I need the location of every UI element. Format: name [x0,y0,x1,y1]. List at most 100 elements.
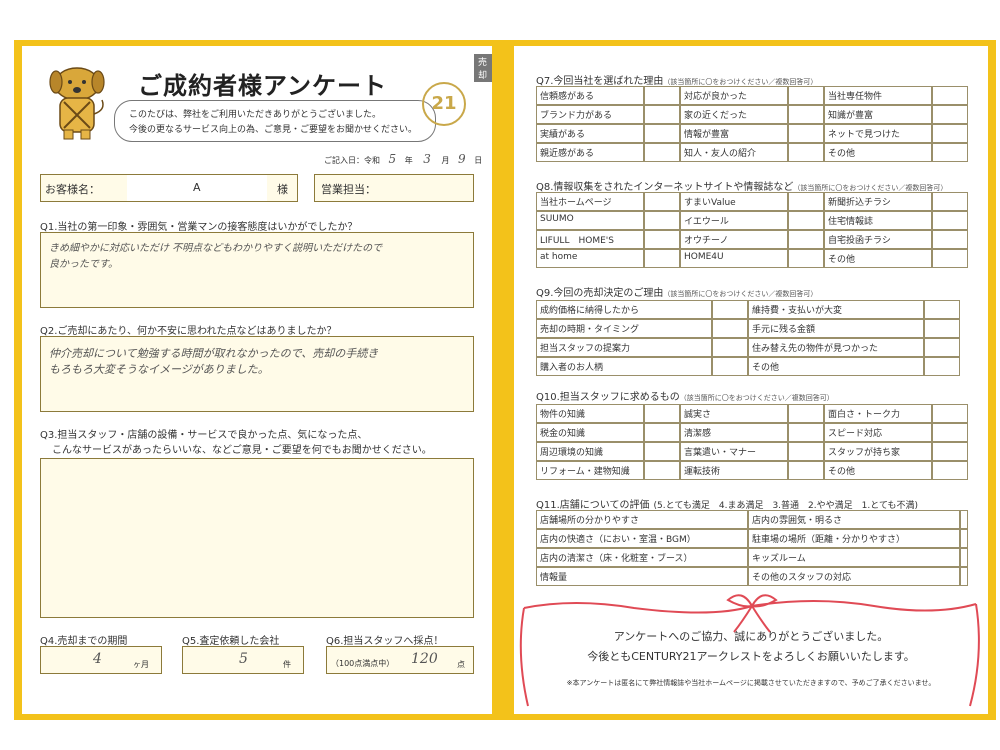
q3-answer-box[interactable] [40,458,474,618]
option-checkbox[interactable] [644,143,680,162]
sales-rep-field[interactable]: 営業担当： [314,174,474,202]
option-checkbox[interactable] [644,105,680,124]
date-label: ご記入日：令和 [324,156,380,165]
q3-question-line-2: こんなサービスがあったらいいな、などご意見・ご要望を何でもお聞かせください。 [52,445,432,456]
q4-question: Q4.売却までの期間 [40,636,128,647]
option-checkbox[interactable] [788,192,824,211]
sale-tag: 売却 [474,54,492,82]
option-checkbox[interactable] [924,338,960,357]
option-checkbox[interactable] [644,423,680,442]
option-checkbox[interactable] [788,230,824,249]
option-checkbox[interactable] [712,338,748,357]
option-checkbox[interactable] [788,124,824,143]
option-checkbox[interactable] [644,86,680,105]
option-checkbox[interactable] [788,461,824,480]
option-label: 店舗場所の分かりやすさ [536,510,748,529]
option-checkbox[interactable] [644,461,680,480]
q2-answer-box[interactable]: 仲介売却について勉強する時間が取れなかったので、売却の手続き もろもろ大変そうな… [40,336,474,412]
option-label: 新聞折込チラシ [824,192,932,211]
option-checkbox[interactable] [924,357,960,376]
q6-question: Q6.担当スタッフへ採点！ [326,636,444,647]
q4-value: 4 [93,651,102,667]
option-checkbox[interactable] [788,442,824,461]
option-checkbox[interactable] [960,510,968,529]
option-checkbox[interactable] [788,249,824,268]
option-checkbox[interactable] [788,86,824,105]
date-year: 5 [388,152,397,166]
option-checkbox[interactable] [932,143,968,162]
q3-question-line-1: Q3.担当スタッフ・店舗の設備・サービスで良かった点、気になった点、 [40,430,368,441]
option-label: その他 [824,249,932,268]
option-label: 住み替え先の物件が見つかった [748,338,924,357]
q6-value: 120 [411,651,438,667]
option-label: 信頼感がある [536,86,644,105]
date-row: ご記入日：令和 5 年 3 月 9 日 [324,152,482,166]
option-checkbox[interactable] [932,230,968,249]
option-checkbox[interactable] [712,357,748,376]
option-label: ブランド力がある [536,105,644,124]
option-checkbox[interactable] [644,404,680,423]
option-label: キッズルーム [748,548,960,567]
option-label: その他 [824,143,932,162]
option-checkbox[interactable] [924,300,960,319]
option-label: 維持費・支払いが大変 [748,300,924,319]
q1-answer-box[interactable]: きめ細やかに対応いただけ 不明点などもわかりやすく説明いただけたので 良かったで… [40,232,474,308]
date-day: 9 [458,152,466,166]
option-checkbox[interactable] [924,319,960,338]
q7-title: Q7.今回当社を選ばれた理由（該当箇所に〇をおつけください／複数回答可） [536,76,818,87]
option-label: 当社ホームページ [536,192,644,211]
option-label: スタッフが持ち家 [824,442,932,461]
option-label: HOME4U [680,249,788,268]
option-checkbox[interactable] [932,124,968,143]
left-panel: ご成約者様アンケート このたびは、弊社をご利用いただきありがとうございました。 … [22,46,492,714]
q5-answer-box[interactable]: 5 件 [182,646,304,674]
option-checkbox[interactable] [788,105,824,124]
option-label: 店内の清潔さ（床・化粧室・ブース） [536,548,748,567]
option-checkbox[interactable] [932,423,968,442]
intro-line-2: 今後の更なるサービス向上の為、ご意見・ご要望をお聞かせください。 [129,125,418,135]
option-checkbox[interactable] [932,404,968,423]
intro-bubble: このたびは、弊社をご利用いただきありがとうございました。 今後の更なるサービス向… [114,100,436,142]
option-checkbox[interactable] [644,192,680,211]
option-checkbox[interactable] [788,404,824,423]
option-checkbox[interactable] [932,86,968,105]
date-day-unit: 日 [474,156,483,165]
option-checkbox[interactable] [932,105,968,124]
footnote: ※本アンケートは匿名にて弊社情報誌や当社ホームページに掲載させていただきますので… [566,679,936,687]
q2-question: Q2.ご売却にあたり、何か不安に思われた点などはありましたか？ [40,326,337,337]
option-checkbox[interactable] [932,249,968,268]
option-checkbox[interactable] [644,249,680,268]
option-checkbox[interactable] [788,423,824,442]
option-checkbox[interactable] [644,230,680,249]
option-checkbox[interactable] [644,211,680,230]
q1-question: Q1.当社の第一印象・雰囲気・営業マンの接客態度はいかがでしたか？ [40,222,358,233]
option-label: 担当スタッフの提案力 [536,338,712,357]
q6-answer-box[interactable]: （100点満点中） 120 点 [326,646,474,674]
option-checkbox[interactable] [932,461,968,480]
option-checkbox[interactable] [932,442,968,461]
thanks-line-2: 今後ともCENTURY21アークレストをよろしくお願いいたします。 [587,650,915,663]
option-label: スピード対応 [824,423,932,442]
survey-title: ご成約者様アンケート [138,72,388,100]
option-label: 実績がある [536,124,644,143]
option-label: その他 [824,461,932,480]
option-checkbox[interactable] [788,143,824,162]
option-checkbox[interactable] [644,124,680,143]
q6-unit: 点 [457,660,465,669]
q11-title: Q11.店舗についての評価 (5.とても満足 4.まあ満足 3.普通 2.やや満足… [536,500,919,511]
right-panel: Q7.今回当社を選ばれた理由（該当箇所に〇をおつけください／複数回答可） 信頼感… [514,46,988,714]
option-checkbox[interactable] [644,442,680,461]
option-checkbox[interactable] [712,319,748,338]
option-checkbox[interactable] [960,529,968,548]
q4-answer-box[interactable]: 4 ヶ月 [40,646,162,674]
option-label: 清潔感 [680,423,788,442]
q1-answer-line-1: きめ細やかに対応いただけ 不明点などもわかりやすく説明いただけたので [49,243,383,254]
option-label: 当社専任物件 [824,86,932,105]
option-checkbox[interactable] [712,300,748,319]
option-checkbox[interactable] [932,192,968,211]
option-checkbox[interactable] [960,567,968,586]
customer-name-field[interactable]: お客様名： A 様 [40,174,298,202]
option-checkbox[interactable] [932,211,968,230]
option-checkbox[interactable] [960,548,968,567]
option-checkbox[interactable] [788,211,824,230]
